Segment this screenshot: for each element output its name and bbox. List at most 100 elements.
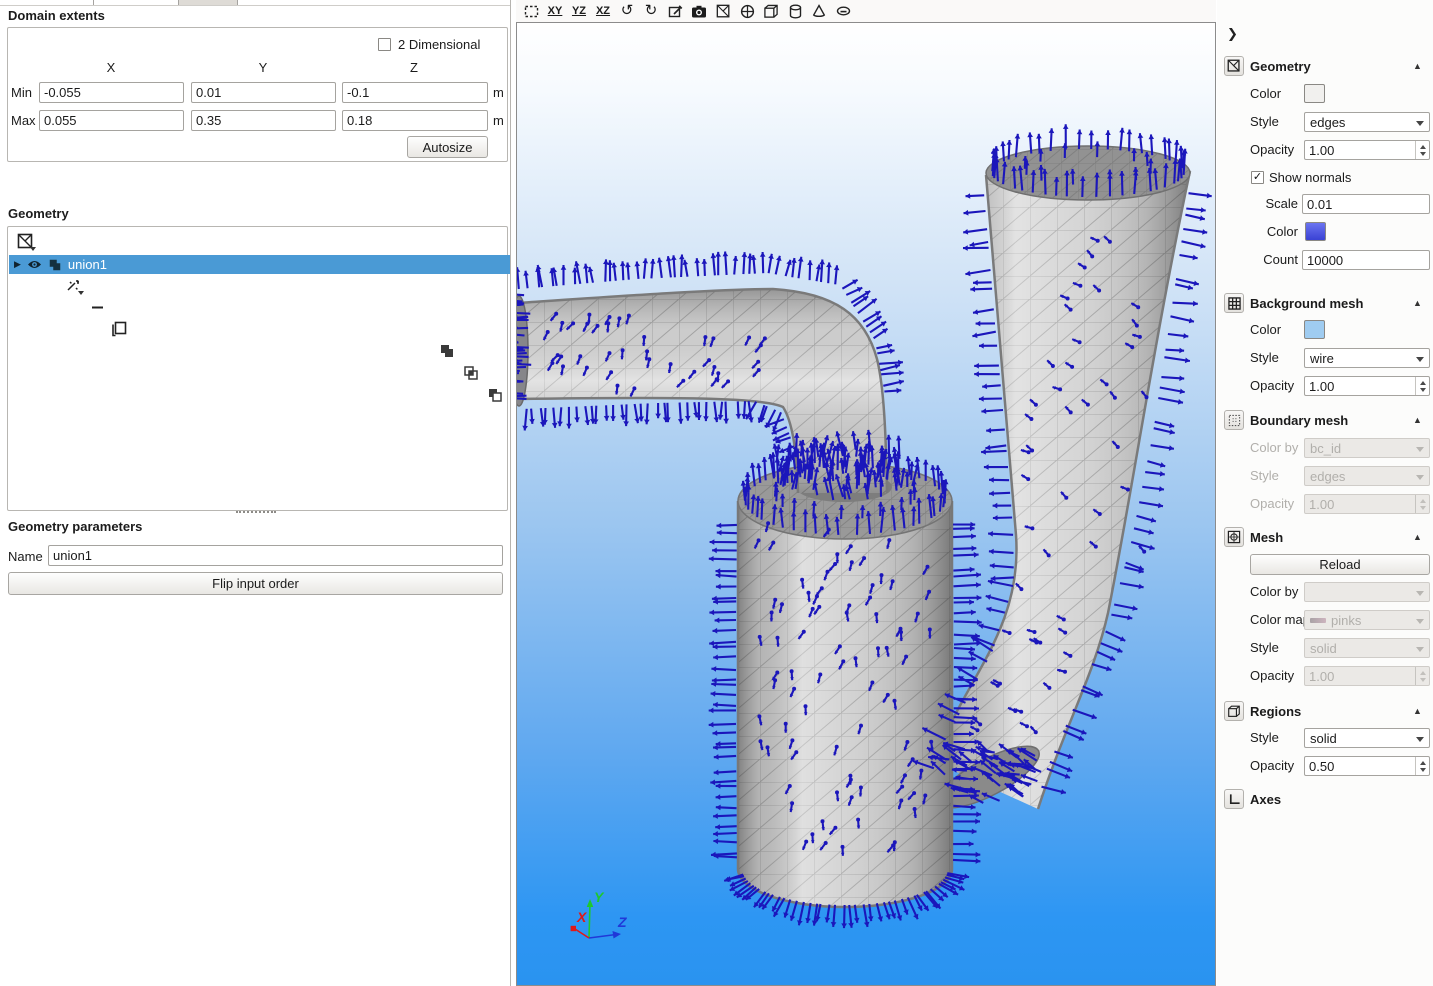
dotted-square-icon [1228, 414, 1241, 427]
3d-viewport[interactable]: Y X Z [516, 22, 1216, 986]
geometry-list-title: Geometry [8, 206, 69, 221]
regions-section-icon-button[interactable] [1224, 701, 1244, 721]
boundary-mesh-section-title: Boundary mesh [1250, 413, 1348, 428]
regions-section-title: Regions [1250, 704, 1301, 719]
geometry-name-input[interactable] [48, 545, 503, 566]
view-xy-button[interactable]: XY [544, 2, 566, 20]
boundary-mesh-style-label: Style [1250, 466, 1279, 486]
background-mesh-opacity-label: Opacity [1250, 376, 1294, 396]
mesh-reload-button[interactable]: Reload [1250, 554, 1430, 575]
main-cylinder-mesh [738, 463, 952, 907]
rotate-cw-icon: ↻ [645, 4, 658, 18]
geometry-color-swatch[interactable] [1304, 84, 1325, 103]
rotate-cw-button[interactable]: ↻ [640, 2, 662, 20]
regions-style-select[interactable]: solid [1304, 728, 1430, 748]
cube-icon [763, 4, 779, 19]
regions-style-label: Style [1250, 728, 1279, 748]
background-mesh-style-select[interactable]: wire [1304, 348, 1430, 368]
mesh-color-map-select: pinks [1304, 610, 1430, 630]
geometry-list-group: ▶ union1 [7, 226, 508, 511]
max-y-input[interactable] [191, 110, 336, 131]
column-header-z: Z [384, 60, 444, 75]
visibility-eye-icon[interactable] [27, 259, 42, 270]
geometry-section-icon-button[interactable] [1224, 56, 1244, 76]
mesh-section-icon-button[interactable] [1224, 527, 1244, 547]
max-z-input[interactable] [342, 110, 488, 131]
cylinder-icon [789, 4, 802, 19]
toggle-regions-button[interactable] [760, 2, 782, 20]
pinwheel-box-icon [1227, 59, 1241, 73]
boundary-mesh-collapse-icon[interactable]: ▲ [1413, 415, 1422, 425]
grid-icon [1228, 297, 1241, 310]
mesh-icon [1227, 530, 1241, 544]
rotate-ccw-icon: ↺ [621, 4, 634, 18]
remove-geometry-button[interactable] [86, 296, 108, 318]
background-mesh-opacity-spinner[interactable] [1304, 376, 1430, 396]
background-mesh-color-label: Color [1250, 320, 1281, 340]
edit-box-button[interactable] [664, 2, 686, 20]
camera-icon [691, 5, 707, 18]
background-mesh-collapse-icon[interactable]: ▲ [1413, 298, 1422, 308]
normals-scale-input[interactable] [1302, 194, 1430, 214]
min-row-label: Min [11, 85, 32, 100]
axis-x-label: X [576, 909, 588, 925]
min-z-input[interactable] [342, 82, 488, 103]
duplicate-geometry-button[interactable] [108, 318, 130, 340]
row-expander-icon[interactable]: ▶ [14, 259, 21, 270]
max-x-input[interactable] [39, 110, 184, 131]
normals-color-swatch[interactable] [1305, 222, 1326, 241]
boolean-union-button[interactable] [436, 340, 458, 362]
normals-count-input[interactable] [1302, 250, 1430, 270]
collapse-panel-button[interactable]: ❯ [1227, 26, 1238, 42]
geometry-opacity-spinner[interactable] [1304, 140, 1430, 160]
mesh-collapse-icon[interactable]: ▲ [1413, 532, 1422, 542]
regions-opacity-spinner[interactable] [1304, 756, 1430, 776]
flip-input-order-button[interactable]: Flip input order [8, 572, 503, 595]
mesh-opacity-label: Opacity [1250, 666, 1294, 686]
screenshot-button[interactable] [688, 2, 710, 20]
rotate-ccw-button[interactable]: ↺ [616, 2, 638, 20]
two-dimensional-checkbox[interactable] [378, 38, 391, 51]
geometry-style-select[interactable]: edges [1304, 112, 1430, 132]
geometry-item-label: union1 [68, 257, 107, 272]
pinwheel-box-icon [716, 4, 731, 19]
boolean-difference-button[interactable] [484, 384, 506, 406]
normals-color-label: Color [1217, 222, 1298, 242]
3d-scene[interactable]: Y X Z [517, 23, 1215, 985]
toggle-geometry-button[interactable] [712, 2, 734, 20]
view-yz-button[interactable]: YZ [568, 2, 590, 20]
cone-primitive-button[interactable] [808, 2, 830, 20]
disc-primitive-button[interactable] [832, 2, 854, 20]
geometry-opacity-label: Opacity [1250, 140, 1294, 160]
min-x-input[interactable] [39, 82, 184, 103]
geometry-section-title: Geometry [1250, 59, 1311, 74]
view-xz-button[interactable]: XZ [592, 2, 614, 20]
cylinder-primitive-button[interactable] [784, 2, 806, 20]
background-mesh-color-swatch[interactable] [1304, 320, 1325, 339]
fit-view-button[interactable] [520, 2, 542, 20]
show-normals-label: Show normals [1269, 170, 1351, 185]
background-mesh-section-icon-button[interactable] [1224, 293, 1244, 313]
name-label: Name [8, 549, 43, 564]
panel-splitter[interactable] [236, 511, 276, 517]
geometry-list-item-union1[interactable]: ▶ union1 [9, 255, 510, 274]
geometry-color-label: Color [1250, 84, 1281, 104]
normals-scale-label: Scale [1217, 194, 1298, 214]
regions-opacity-label: Opacity [1250, 756, 1294, 776]
auto-detect-button[interactable] [62, 274, 84, 296]
background-mesh-style-label: Style [1250, 348, 1279, 368]
boundary-mesh-section-icon-button[interactable] [1224, 410, 1244, 430]
geometry-collapse-icon[interactable]: ▲ [1413, 61, 1422, 71]
axes-section-icon-button[interactable] [1224, 789, 1244, 809]
pencil-box-icon [668, 4, 683, 19]
min-y-input[interactable] [191, 82, 336, 103]
boolean-intersection-button[interactable] [460, 362, 482, 384]
add-geometry-button[interactable] [14, 230, 36, 252]
show-normals-checkbox[interactable]: ✓ [1251, 171, 1264, 184]
boundary-mesh-opacity-spinner [1304, 494, 1430, 514]
cone-icon [812, 4, 826, 18]
viewport-toolbar: XY YZ XZ ↺ ↻ [516, 0, 1216, 22]
toggle-background-mesh-button[interactable] [736, 2, 758, 20]
autosize-button[interactable]: Autosize [407, 136, 488, 158]
regions-collapse-icon[interactable]: ▲ [1413, 706, 1422, 716]
